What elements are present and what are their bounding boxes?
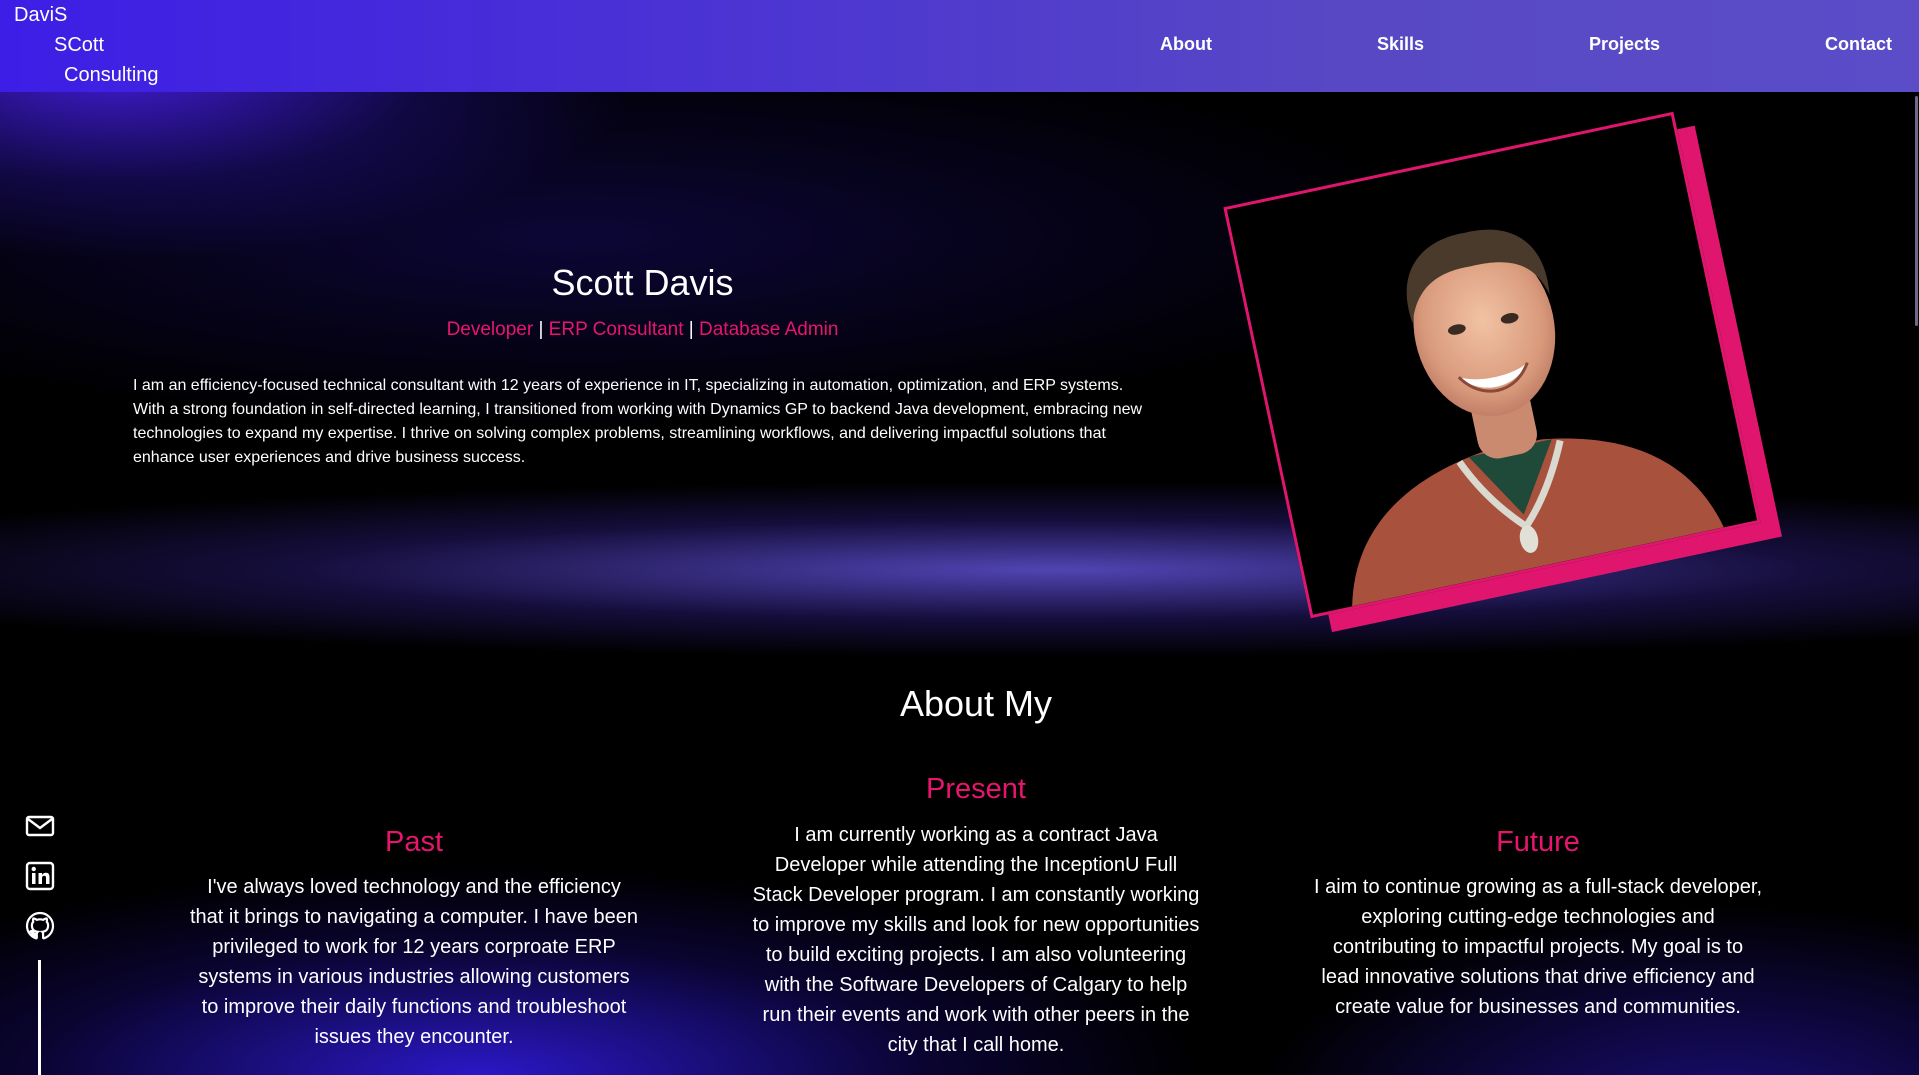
navbar: DaviS SCott Consulting About Skills Proj… xyxy=(0,0,1919,92)
future-text: I aim to continue growing as a full-stac… xyxy=(1313,876,1763,1018)
present-heading: Present xyxy=(926,773,1026,805)
role-database-admin: Database Admin xyxy=(699,319,839,340)
logo-line-2: SCott xyxy=(54,34,105,56)
nav-link-skills[interactable]: Skills xyxy=(1377,34,1424,55)
hero-roles: Developer | ERP Consultant | Database Ad… xyxy=(130,319,1155,341)
scrollbar-thumb[interactable] xyxy=(1915,96,1918,326)
future-heading: Future xyxy=(1496,826,1580,858)
social-divider-line xyxy=(38,960,41,1075)
logo-line-1: DaviS xyxy=(14,4,68,26)
role-developer: Developer xyxy=(446,319,534,340)
past-heading: Past xyxy=(384,826,444,858)
portrait-illustration xyxy=(1226,115,1758,615)
mail-icon[interactable] xyxy=(24,810,56,842)
nav-link-projects[interactable]: Projects xyxy=(1589,34,1660,55)
hero-name: Scott Davis xyxy=(551,262,734,303)
logo-line-3: Consulting xyxy=(64,64,159,86)
about-title: About My xyxy=(899,683,1053,724)
hero-bio: I am an efficiency-focused technical con… xyxy=(133,377,1143,466)
past-text: I've always loved technology and the eff… xyxy=(189,876,639,1048)
nav-link-contact[interactable]: Contact xyxy=(1825,34,1892,55)
role-erp-consultant: ERP Consultant xyxy=(548,319,684,340)
role-separator: | xyxy=(533,319,549,340)
present-text: I am currently working as a contract Jav… xyxy=(752,824,1200,1056)
nav-link-about[interactable]: About xyxy=(1160,34,1212,55)
role-separator: | xyxy=(683,319,700,340)
linkedin-icon[interactable] xyxy=(24,860,56,892)
github-icon[interactable] xyxy=(24,910,56,942)
